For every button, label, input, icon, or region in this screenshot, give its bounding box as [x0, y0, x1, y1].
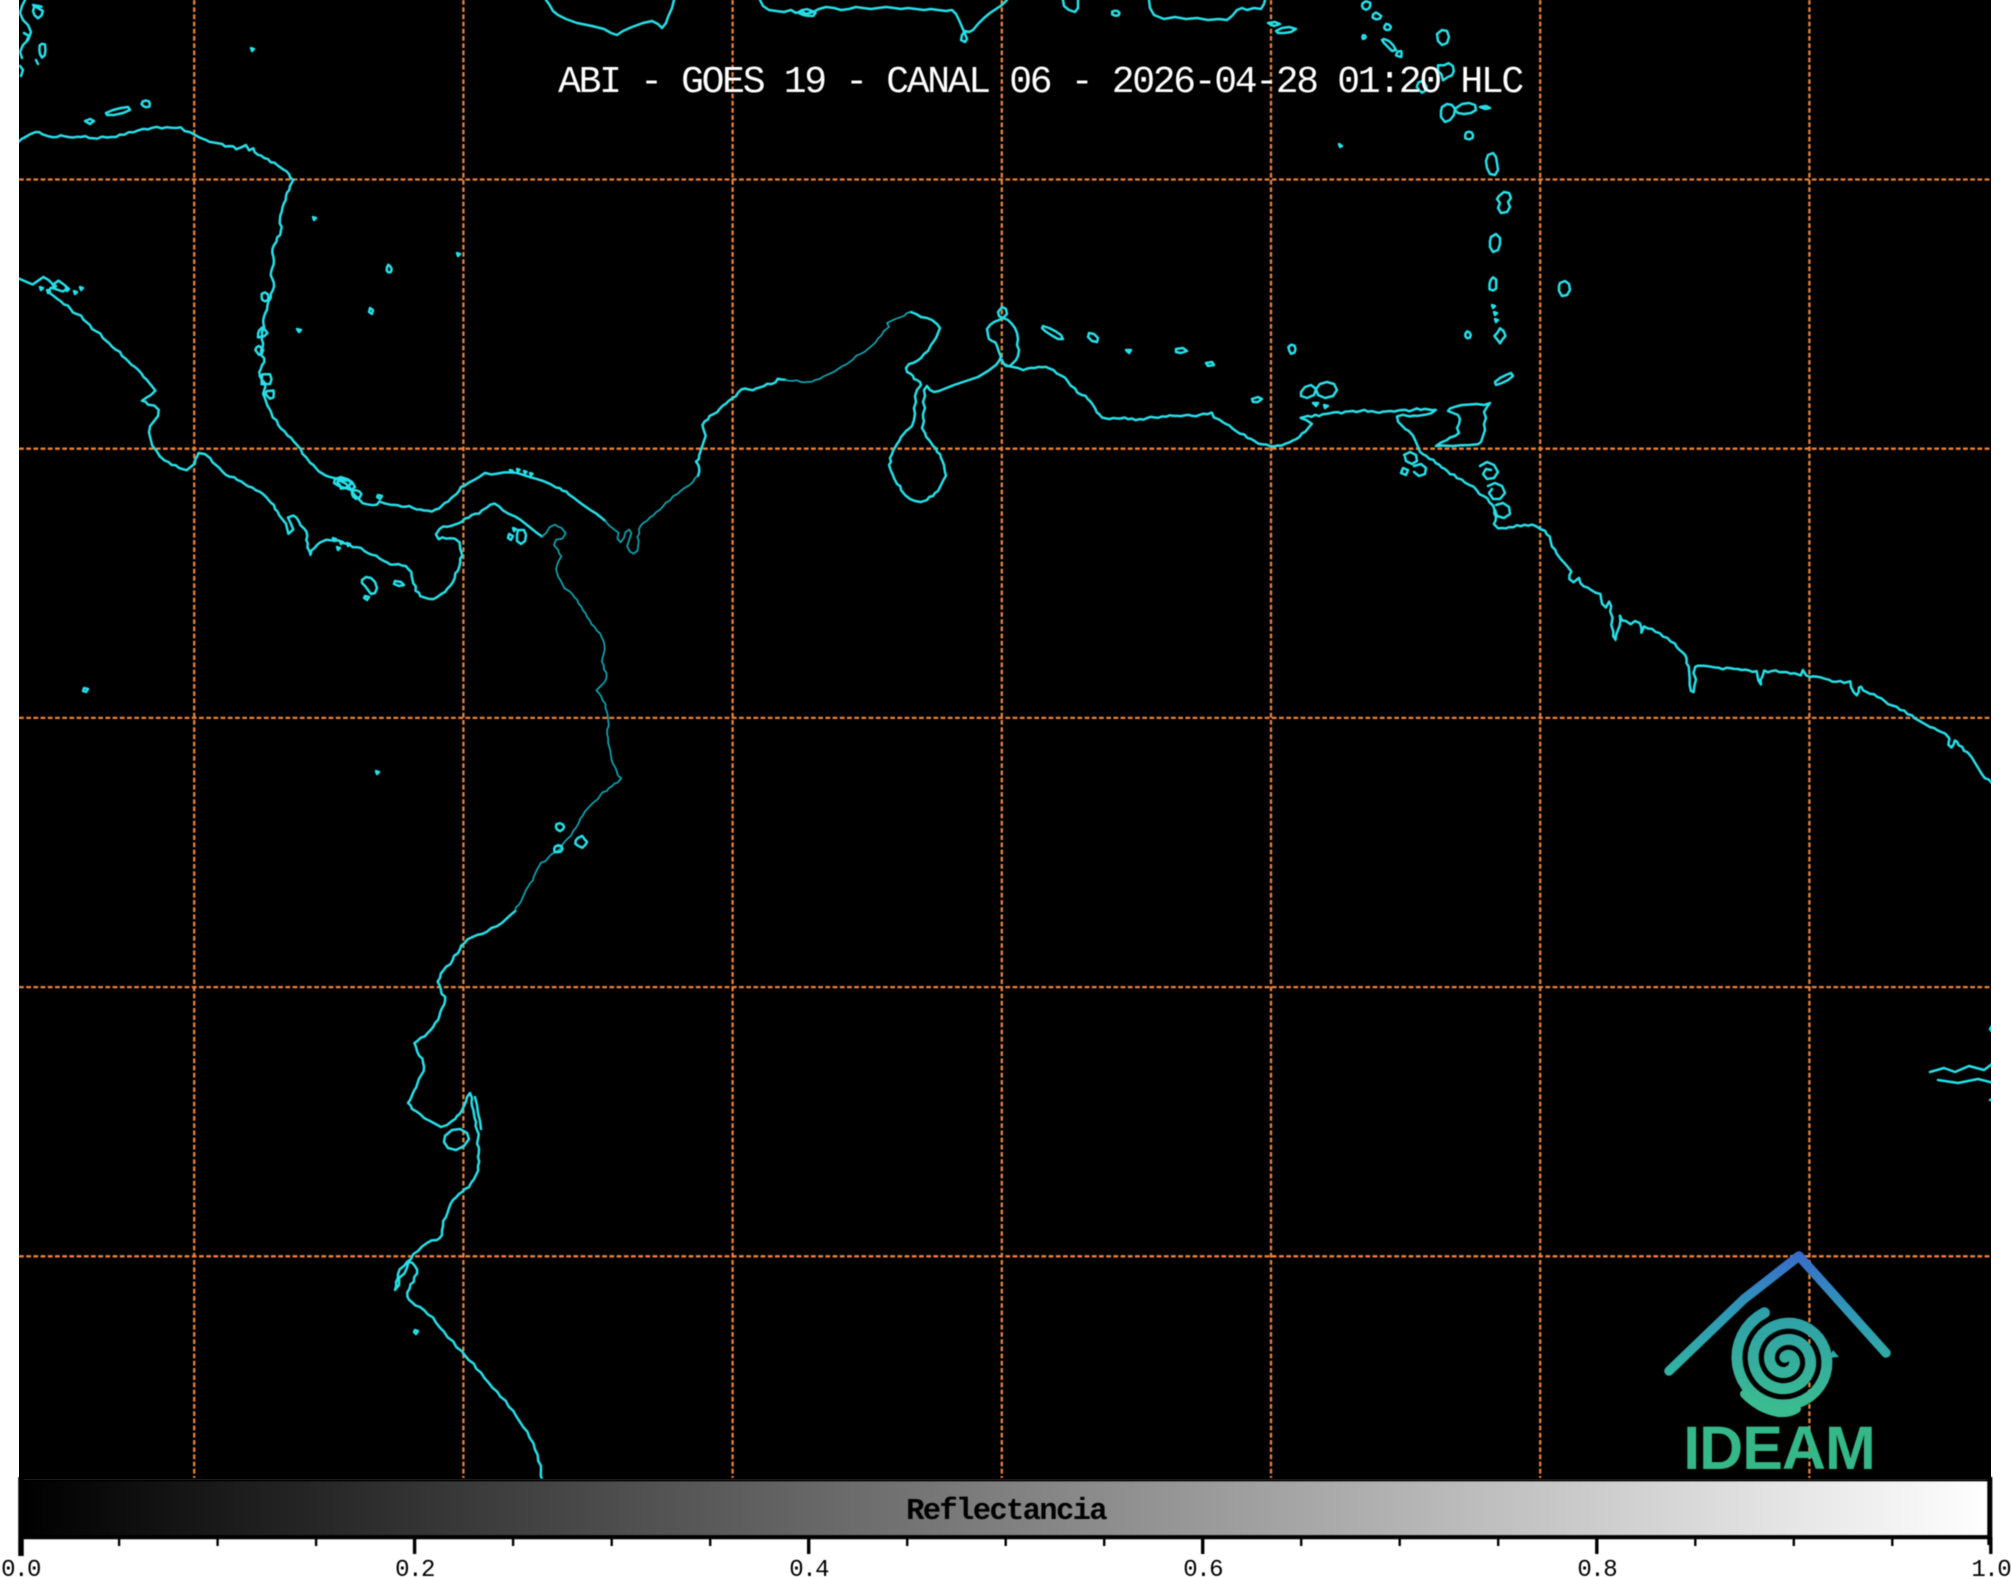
svg-text:0.6: 0.6	[1183, 1557, 1222, 1577]
svg-text:0.2: 0.2	[395, 1557, 434, 1577]
svg-text:0.0: 0.0	[1, 1557, 40, 1577]
svg-text:ABI - GOES 19 - CANAL 06 - 202: ABI - GOES 19 - CANAL 06 - 2026-04-28 01…	[558, 61, 1523, 104]
svg-text:Reflectancia: Reflectancia	[906, 1495, 1107, 1529]
svg-text:0.8: 0.8	[1577, 1557, 1616, 1577]
svg-text:0.4: 0.4	[789, 1557, 829, 1577]
svg-text:IDEAM: IDEAM	[1683, 1414, 1875, 1482]
svg-text:1.0: 1.0	[1971, 1557, 2010, 1577]
